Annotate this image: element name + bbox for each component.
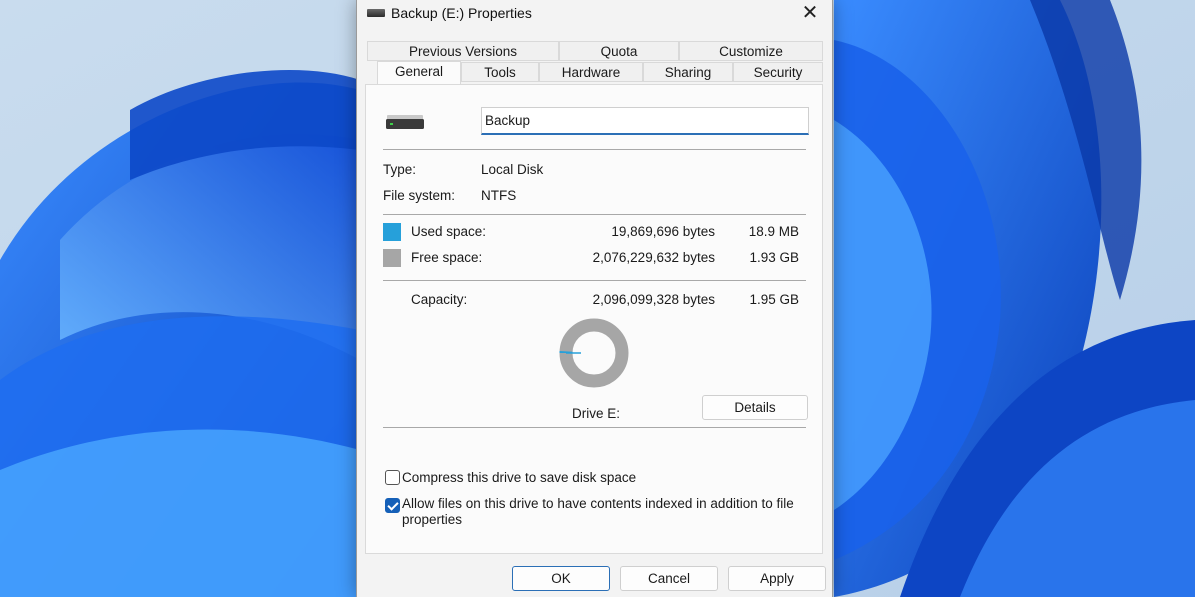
tab-general[interactable]: General bbox=[377, 61, 461, 84]
tab-security[interactable]: Security bbox=[733, 62, 823, 82]
drive-name-input[interactable] bbox=[481, 107, 809, 135]
type-label: Type: bbox=[383, 162, 417, 177]
details-button[interactable]: Details bbox=[702, 395, 808, 420]
drive-letter-label: Drive E: bbox=[572, 406, 621, 421]
general-tab-panel: Type: Local Disk File system: NTFS Used … bbox=[365, 84, 823, 554]
free-space-size: 1.93 GB bbox=[749, 250, 799, 265]
tab-hardware[interactable]: Hardware bbox=[539, 62, 643, 82]
apply-button[interactable]: Apply bbox=[728, 566, 826, 591]
free-space-bytes: 2,076,229,632 bytes bbox=[592, 250, 715, 265]
free-space-label: Free space: bbox=[411, 250, 483, 265]
drive-icon bbox=[367, 9, 385, 17]
divider bbox=[383, 427, 806, 428]
close-icon: ✕ bbox=[801, 2, 819, 24]
capacity-bytes: 2,096,099,328 bytes bbox=[592, 292, 715, 307]
used-space-size: 18.9 MB bbox=[748, 224, 799, 239]
disk-usage-donut-chart bbox=[559, 318, 629, 388]
tab-previous-versions[interactable]: Previous Versions bbox=[367, 41, 559, 61]
title-bar[interactable]: Backup (E:) Properties ✕ bbox=[357, 0, 832, 28]
hard-drive-icon bbox=[386, 115, 424, 129]
divider bbox=[383, 149, 806, 150]
tab-sharing[interactable]: Sharing bbox=[643, 62, 733, 82]
index-checkbox[interactable] bbox=[385, 498, 400, 513]
compress-label: Compress this drive to save disk space bbox=[402, 470, 637, 485]
capacity-label: Capacity: bbox=[411, 292, 468, 307]
properties-dialog: Backup (E:) Properties ✕ Previous Versio… bbox=[356, 0, 833, 597]
free-space-swatch bbox=[383, 249, 401, 267]
close-button[interactable]: ✕ bbox=[788, 0, 832, 28]
used-space-bytes: 19,869,696 bytes bbox=[611, 224, 715, 239]
used-space-label: Used space: bbox=[411, 224, 487, 239]
index-label-line1: Allow files on this drive to have conten… bbox=[402, 496, 794, 511]
tab-customize[interactable]: Customize bbox=[679, 41, 823, 61]
capacity-size: 1.95 GB bbox=[749, 292, 799, 307]
cancel-button[interactable]: Cancel bbox=[620, 566, 718, 591]
compress-checkbox[interactable] bbox=[385, 470, 400, 485]
used-space-swatch bbox=[383, 223, 401, 241]
ok-button[interactable]: OK bbox=[512, 566, 610, 591]
window-title: Backup (E:) Properties bbox=[391, 5, 532, 21]
file-system-value: NTFS bbox=[481, 188, 517, 203]
type-value: Local Disk bbox=[481, 162, 544, 177]
tab-quota[interactable]: Quota bbox=[559, 41, 679, 61]
file-system-label: File system: bbox=[383, 188, 456, 203]
index-label-line2: properties bbox=[402, 512, 463, 527]
tab-tools[interactable]: Tools bbox=[461, 62, 539, 82]
divider bbox=[383, 280, 806, 281]
divider bbox=[383, 214, 806, 215]
